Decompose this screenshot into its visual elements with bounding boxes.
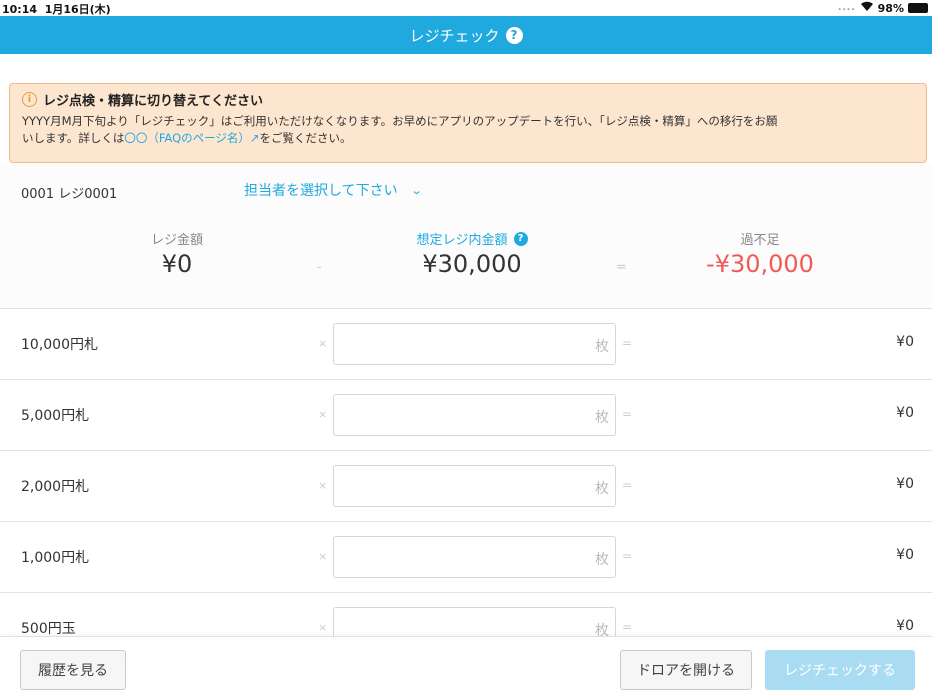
equals-sign: =	[622, 620, 633, 634]
notice-title: レジ点検・精算に切り替えてください	[43, 94, 263, 109]
difference-value: -¥30,000	[706, 250, 814, 278]
register-id: 0001 レジ0001	[21, 187, 118, 202]
help-icon[interactable]: ?	[505, 26, 523, 44]
equals-sign: =	[616, 260, 627, 275]
register-amount-value: ¥0	[161, 250, 193, 278]
denomination-row: 10,000円札 × 枚 = ¥0	[0, 309, 932, 380]
multiply-sign: ×	[318, 479, 328, 492]
denomination-name: 1,000円札	[21, 550, 90, 566]
nav-bar: レジチェック ?	[0, 16, 932, 54]
signal-icon: ....	[837, 3, 856, 13]
status-right: .... 98%	[838, 1, 928, 15]
minus-sign: -	[317, 260, 322, 275]
status-time: 10:14 1月16日(木)	[2, 3, 111, 16]
info-icon: i	[22, 92, 37, 107]
denomination-row: 2,000円札 × 枚 = ¥0	[0, 451, 932, 522]
row-amount: ¥0	[896, 405, 914, 421]
battery-icon	[908, 3, 928, 13]
expected-amount-value: ¥30,000	[422, 250, 522, 278]
staff-select-label: 担当者を選択して下さい	[244, 183, 398, 199]
denomination-row: 5,000円札 × 枚 = ¥0	[0, 380, 932, 451]
register-amount: レジ金額 ¥0	[97, 229, 257, 278]
unit-label: 枚	[595, 552, 609, 568]
denomination-name: 2,000円札	[21, 479, 90, 495]
denomination-name: 10,000円札	[21, 337, 98, 353]
multiply-sign: ×	[318, 621, 328, 634]
denomination-name: 5,000円札	[21, 408, 90, 424]
register-summary: 0001 レジ0001 担当者を選択して下さい ⌄ レジ金額 ¥0 - 想定レジ…	[0, 163, 932, 309]
equals-sign: =	[622, 407, 633, 421]
migration-notice: i レジ点検・精算に切り替えてください YYYY月M月下旬より「レジチェック」は…	[9, 83, 927, 163]
chevron-down-icon: ⌄	[410, 183, 423, 197]
footer-bar: 履歴を見る ドロアを開ける レジチェックする	[0, 636, 932, 698]
wifi-icon	[860, 1, 874, 15]
staff-select[interactable]: 担当者を選択して下さい ⌄	[244, 180, 423, 200]
denomination-row: 1,000円札 × 枚 = ¥0	[0, 522, 932, 593]
notice-line-1: YYYY月M月下旬より「レジチェック」はご利用いただけなくなります。お早めにアプ…	[22, 114, 778, 128]
expected-amount-label-row: 想定レジ内金額 ?	[372, 229, 572, 248]
row-amount: ¥0	[896, 334, 914, 350]
row-amount: ¥0	[896, 618, 914, 634]
notice-title-row: i レジ点検・精算に切り替えてください	[22, 90, 914, 109]
multiply-sign: ×	[318, 408, 328, 421]
difference-label: 過不足	[740, 233, 780, 248]
expected-amount-label: 想定レジ内金額	[416, 233, 508, 248]
row-amount: ¥0	[896, 476, 914, 492]
register-check-button[interactable]: レジチェックする	[765, 650, 915, 690]
count-input[interactable]: 枚	[333, 323, 616, 365]
history-button[interactable]: 履歴を見る	[20, 650, 126, 690]
unit-label: 枚	[595, 481, 609, 497]
row-amount: ¥0	[896, 547, 914, 563]
multiply-sign: ×	[318, 337, 328, 350]
notice-line-2: いします。詳しくは〇〇（FAQのページ名）↗をご覧ください。	[22, 131, 352, 145]
open-drawer-button[interactable]: ドロアを開ける	[620, 650, 752, 690]
denomination-name: 500円玉	[21, 621, 76, 637]
count-input[interactable]: 枚	[333, 465, 616, 507]
equals-sign: =	[622, 336, 633, 350]
page-title: レジチェック	[409, 26, 500, 45]
status-bar: 10:14 1月16日(木) .... 98%	[0, 0, 932, 16]
faq-link[interactable]: 〇〇（FAQのページ名）↗	[124, 131, 259, 145]
question-icon[interactable]: ?	[513, 231, 528, 246]
notice-body: YYYY月M月下旬より「レジチェック」はご利用いただけなくなります。お早めにアプ…	[22, 113, 914, 147]
equals-sign: =	[622, 478, 633, 492]
equals-sign: =	[622, 549, 633, 563]
unit-label: 枚	[595, 339, 609, 355]
count-input[interactable]: 枚	[333, 394, 616, 436]
difference: 過不足 -¥30,000	[680, 229, 840, 278]
unit-label: 枚	[595, 410, 609, 426]
multiply-sign: ×	[318, 550, 328, 563]
register-amount-label: レジ金額	[150, 233, 203, 248]
battery-percent: 98%	[877, 1, 904, 15]
count-input[interactable]: 枚	[333, 536, 616, 578]
expected-amount: 想定レジ内金額 ? ¥30,000	[372, 229, 572, 278]
external-link-icon: ↗	[249, 131, 260, 145]
